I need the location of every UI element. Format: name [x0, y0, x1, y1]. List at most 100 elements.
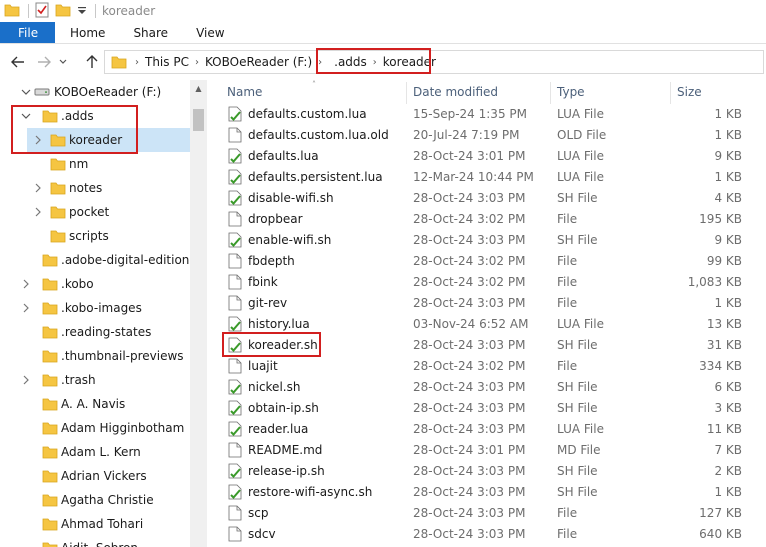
sidebar-item[interactable]: Adam L. Kern	[0, 440, 200, 464]
sidebar-item[interactable]: Aidit, Sobron	[0, 536, 200, 547]
annotation-highlight-box	[11, 105, 138, 154]
sidebar-item[interactable]: .kobo-images	[0, 296, 200, 320]
sidebar-item[interactable]: Ahmad Tohari	[0, 512, 200, 536]
file-row[interactable]: scp 28-Oct-24 3:03 PM File 127 KB	[221, 503, 766, 524]
folder-icon	[50, 205, 66, 222]
sidebar-item-label: .trash	[61, 373, 96, 387]
folder-icon	[42, 349, 58, 366]
script-file-icon	[228, 232, 242, 251]
column-header-size[interactable]: Size	[671, 80, 751, 104]
sidebar-item-label: .adobe-digital-editions	[61, 253, 196, 267]
address-bar[interactable]: › This PC › KOBOeReader (F:) › .adds › k…	[104, 50, 764, 74]
file-row[interactable]: dropbear 28-Oct-24 3:02 PM File 195 KB	[221, 209, 766, 230]
sidebar-item-label: .kobo	[61, 277, 94, 291]
tab-share[interactable]: Share	[119, 22, 182, 43]
file-row[interactable]: defaults.custom.lua.old 20-Jul-24 7:19 PM…	[221, 125, 766, 146]
file-row[interactable]: reader.lua 28-Oct-24 3:03 PM LUA File 11 KB	[221, 419, 766, 440]
file-name: restore-wifi-async.sh	[248, 485, 373, 499]
sidebar-item[interactable]: KOBOeReader (F:)	[0, 80, 200, 104]
file-date-modified: 28-Oct-24 3:03 PM	[413, 485, 526, 499]
file-row[interactable]: defaults.custom.lua 15-Sep-24 1:35 PM LUA …	[221, 104, 766, 125]
sidebar-item[interactable]: .trash	[0, 368, 200, 392]
file-row[interactable]: restore-wifi-async.sh 28-Oct-24 3:03 PM SH…	[221, 482, 766, 503]
forward-button[interactable]	[32, 50, 56, 74]
customize-toolbar-icon[interactable]	[77, 3, 87, 20]
file-row[interactable]: nickel.sh 28-Oct-24 3:03 PM SH File 6 KB	[221, 377, 766, 398]
sidebar-item-label: .thumbnail-previews	[61, 349, 184, 363]
sidebar-item[interactable]: scripts	[0, 224, 200, 248]
chevron-right-icon[interactable]	[20, 374, 32, 386]
file-type: SH File	[557, 191, 598, 205]
script-file-icon	[228, 379, 242, 398]
navigation-scrollbar[interactable]	[190, 80, 207, 547]
properties-icon[interactable]	[35, 2, 49, 21]
file-name: reader.lua	[248, 422, 309, 436]
breadcrumb-drive[interactable]: KOBOeReader (F:)	[201, 55, 316, 69]
tab-file[interactable]: File	[0, 22, 55, 43]
drive-icon	[34, 85, 50, 100]
tab-view[interactable]: View	[182, 22, 238, 43]
sidebar-item[interactable]: Adrian Vickers	[0, 464, 200, 488]
scroll-up-icon[interactable]: ▲	[190, 80, 207, 97]
file-type: SH File	[557, 401, 598, 415]
sidebar-item[interactable]: nm	[0, 152, 200, 176]
chevron-right-icon[interactable]	[32, 182, 44, 194]
file-row[interactable]: fbink 28-Oct-24 3:02 PM File 1,083 KB	[221, 272, 766, 293]
file-row[interactable]: defaults.persistent.lua 12-Mar-24 10:44 P…	[221, 167, 766, 188]
file-date-modified: 28-Oct-24 3:03 PM	[413, 401, 526, 415]
file-date-modified: 28-Oct-24 3:02 PM	[413, 212, 526, 226]
file-row[interactable]: git-rev 28-Oct-24 3:03 PM File 1 KB	[221, 293, 766, 314]
ribbon-tabs: File Home Share View	[0, 22, 766, 44]
file-row[interactable]: obtain-ip.sh 28-Oct-24 3:03 PM SH File 3 KB	[221, 398, 766, 419]
file-row[interactable]: luajit 28-Oct-24 3:02 PM File 334 KB	[221, 356, 766, 377]
sidebar-item[interactable]: pocket	[0, 200, 200, 224]
file-row[interactable]: enable-wifi.sh 28-Oct-24 3:03 PM SH File 9 …	[221, 230, 766, 251]
blank-file-icon	[228, 274, 242, 293]
sidebar-item-label: .kobo-images	[61, 301, 142, 315]
sidebar-item[interactable]: .thumbnail-previews	[0, 344, 200, 368]
chevron-down-icon[interactable]	[20, 86, 32, 98]
file-size: 640 KB	[699, 527, 742, 541]
chevron-right-icon[interactable]	[20, 302, 32, 314]
file-name: defaults.lua	[248, 149, 319, 163]
back-button[interactable]	[6, 50, 30, 74]
file-size: 7 KB	[714, 443, 742, 457]
file-row[interactable]: defaults.lua 28-Oct-24 3:01 PM LUA File 9 K…	[221, 146, 766, 167]
annotation-highlight-box	[222, 332, 321, 357]
scrollbar-thumb[interactable]	[193, 109, 204, 131]
column-header-type[interactable]: Type	[551, 80, 671, 104]
file-row[interactable]: disable-wifi.sh 28-Oct-24 3:03 PM SH File 4…	[221, 188, 766, 209]
file-row[interactable]: release-ip.sh 28-Oct-24 3:03 PM SH File 2 K…	[221, 461, 766, 482]
tab-home[interactable]: Home	[55, 22, 119, 43]
sidebar-item-label: pocket	[69, 205, 110, 219]
sidebar-item[interactable]: Adam Higginbotham	[0, 416, 200, 440]
file-row[interactable]: sdcv 28-Oct-24 3:03 PM File 640 KB	[221, 524, 766, 545]
chevron-right-icon[interactable]: ›	[193, 57, 201, 68]
file-type: LUA File	[557, 422, 604, 436]
file-date-modified: 28-Oct-24 3:03 PM	[413, 296, 526, 310]
sidebar-item[interactable]: .kobo	[0, 272, 200, 296]
breadcrumb-this-pc[interactable]: This PC	[141, 55, 193, 69]
script-file-icon	[228, 484, 242, 503]
sidebar-item[interactable]: .adobe-digital-editions	[0, 248, 200, 272]
folder-icon	[42, 301, 58, 318]
file-size: 6 KB	[714, 380, 742, 394]
back-arrow-icon	[11, 56, 24, 68]
sidebar-item[interactable]: .reading-states	[0, 320, 200, 344]
file-size: 1 KB	[714, 296, 742, 310]
file-row[interactable]: fbdepth 28-Oct-24 3:02 PM File 99 KB	[221, 251, 766, 272]
sidebar-item[interactable]: Agatha Christie	[0, 488, 200, 512]
file-name: README.md	[248, 443, 323, 457]
sidebar-item[interactable]: A. A. Navis	[0, 392, 200, 416]
chevron-right-icon[interactable]	[20, 278, 32, 290]
chevron-right-icon[interactable]	[32, 206, 44, 218]
file-date-modified: 28-Oct-24 3:03 PM	[413, 422, 526, 436]
sidebar-item[interactable]: notes	[0, 176, 200, 200]
column-header-date-modified[interactable]: Date modified	[407, 80, 551, 104]
recent-locations-button[interactable]	[56, 50, 70, 74]
folder-icon	[111, 55, 127, 69]
up-button[interactable]	[80, 50, 104, 74]
file-row[interactable]: README.md 28-Oct-24 3:01 PM MD File 7 KB	[221, 440, 766, 461]
new-folder-icon[interactable]	[55, 3, 71, 20]
chevron-right-icon[interactable]: ›	[133, 57, 141, 68]
